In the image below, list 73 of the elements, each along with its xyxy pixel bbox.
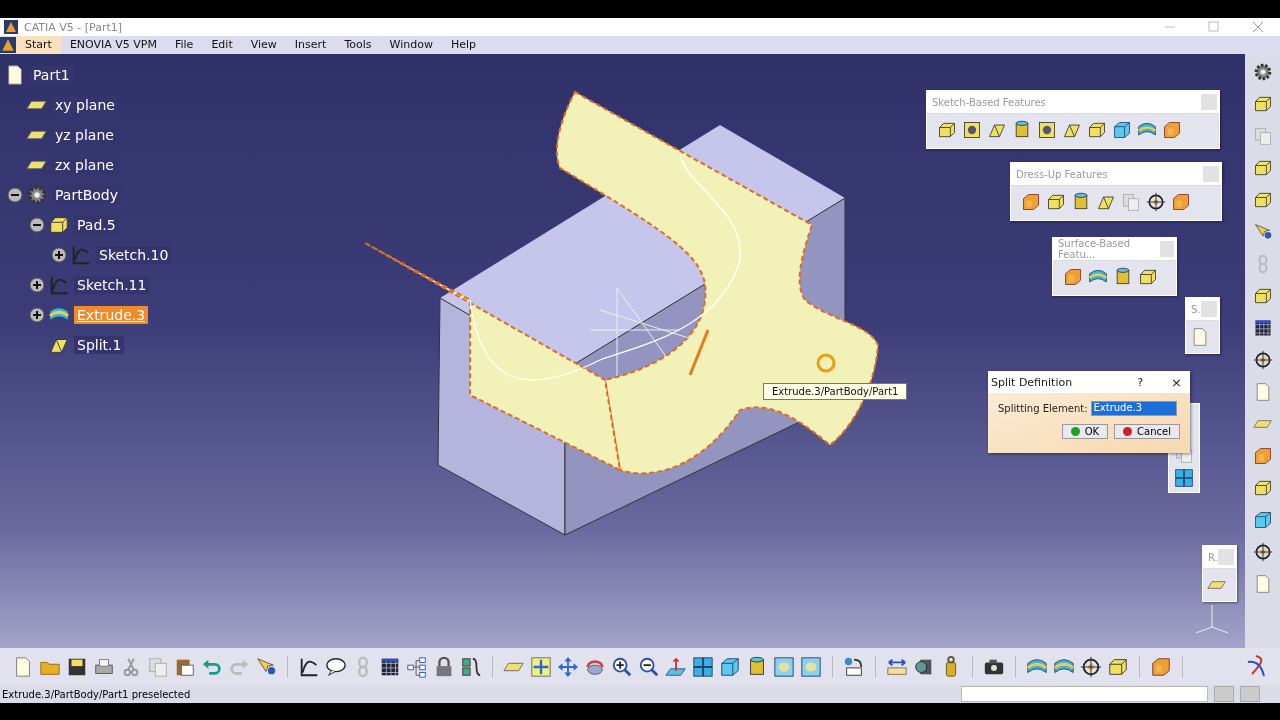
block-icon[interactable] — [1252, 94, 1273, 114]
zoom-out-icon[interactable] — [638, 655, 660, 678]
close-button[interactable]: × — [1171, 374, 1182, 390]
toolbar-title: Surface-Based Featu... — [1058, 238, 1132, 260]
speech-bubble-icon[interactable] — [325, 655, 347, 678]
crosshair-icon[interactable] — [1080, 655, 1102, 678]
axis-icon — [1195, 604, 1229, 634]
tree-item[interactable]: Split.1 — [74, 336, 125, 354]
dialog-title: Split Definition — [991, 375, 1073, 389]
block-icon[interactable] — [1138, 267, 1158, 287]
window-title: CATIA V5 - [Part1] — [24, 20, 123, 34]
menu-item[interactable]: Insert — [285, 36, 336, 54]
menu-item[interactable]: Edit — [202, 36, 242, 54]
expand-icon[interactable] — [29, 277, 45, 293]
toolbar-title: S. — [1191, 303, 1201, 315]
menu-item[interactable]: Window — [380, 36, 442, 54]
fit-all-icon[interactable] — [530, 655, 552, 678]
normal-view-icon[interactable] — [665, 655, 687, 678]
expand-icon[interactable] — [29, 307, 45, 323]
toolbar-title: R. — [1208, 551, 1218, 563]
hierarchy-icon[interactable] — [406, 655, 428, 678]
menu-item[interactable]: View — [241, 36, 286, 54]
menu-item[interactable]: Help — [441, 36, 485, 54]
block-icon[interactable] — [1252, 190, 1273, 210]
tooltip: Extrude.3/PartBody/Part1 — [763, 383, 908, 400]
cube-icon[interactable] — [1112, 120, 1132, 140]
hole-icon[interactable] — [962, 120, 982, 140]
tree-item[interactable]: Sketch.10 — [96, 246, 172, 264]
tree-item[interactable]: xy plane — [52, 96, 118, 114]
gear-icon[interactable] — [1252, 62, 1273, 82]
field-label: Splitting Element: — [998, 403, 1088, 414]
tree-item[interactable]: Sketch.11 — [74, 276, 150, 294]
crosshair-icon[interactable] — [1146, 192, 1166, 212]
tree-item[interactable]: zx plane — [52, 156, 117, 174]
ok-button[interactable]: OK — [1061, 424, 1109, 439]
block-icon[interactable] — [1252, 286, 1273, 306]
gear-icon[interactable] — [26, 184, 48, 206]
hole-icon[interactable] — [1037, 120, 1057, 140]
cube-icon[interactable] — [1252, 510, 1273, 530]
command-field[interactable] — [961, 686, 1208, 702]
toolbar-title: Dress-Up Features — [1016, 168, 1108, 180]
toolbar-title: Sketch-Based Features — [932, 96, 1046, 108]
collapse-icon[interactable] — [29, 217, 45, 233]
block-icon[interactable] — [1046, 192, 1066, 212]
tree-item[interactable]: yz plane — [52, 126, 117, 144]
cancel-button[interactable]: Cancel — [1114, 424, 1180, 439]
views-icon[interactable] — [692, 655, 714, 678]
block-icon[interactable] — [1087, 120, 1107, 140]
zoom-in-icon[interactable] — [611, 655, 633, 678]
block-icon[interactable] — [937, 120, 957, 140]
status-message: Extrude.3/PartBody/Part1 preselected — [2, 688, 191, 700]
block-icon[interactable] — [1252, 478, 1273, 498]
crosshair-icon[interactable] — [1252, 350, 1273, 370]
block-icon[interactable] — [48, 214, 70, 236]
crosshair-icon[interactable] — [1252, 542, 1273, 562]
pan-icon[interactable] — [557, 655, 579, 678]
help-button[interactable]: ? — [1137, 375, 1144, 389]
block-icon[interactable] — [1252, 158, 1273, 178]
menu-item[interactable]: Start — [16, 36, 61, 54]
cube-icon[interactable] — [719, 655, 741, 678]
expand-icon[interactable] — [51, 247, 67, 263]
menu-item[interactable]: Tools — [335, 36, 381, 54]
tree-item[interactable]: Pad.5 — [74, 216, 119, 234]
menu-item[interactable]: ENOVIA V5 VPM — [60, 36, 166, 54]
tree-item[interactable]: PartBody — [52, 186, 121, 204]
collapse-icon[interactable] — [7, 187, 23, 203]
views-icon[interactable] — [1174, 468, 1194, 488]
pointer-icon[interactable] — [1252, 222, 1273, 242]
input-field[interactable]: Extrude.3 — [1090, 401, 1177, 416]
app-logo-icon[interactable] — [0, 37, 16, 53]
app-logo-icon — [4, 20, 18, 34]
menu-item[interactable]: File — [166, 36, 203, 54]
close-icon[interactable] — [1252, 21, 1264, 33]
